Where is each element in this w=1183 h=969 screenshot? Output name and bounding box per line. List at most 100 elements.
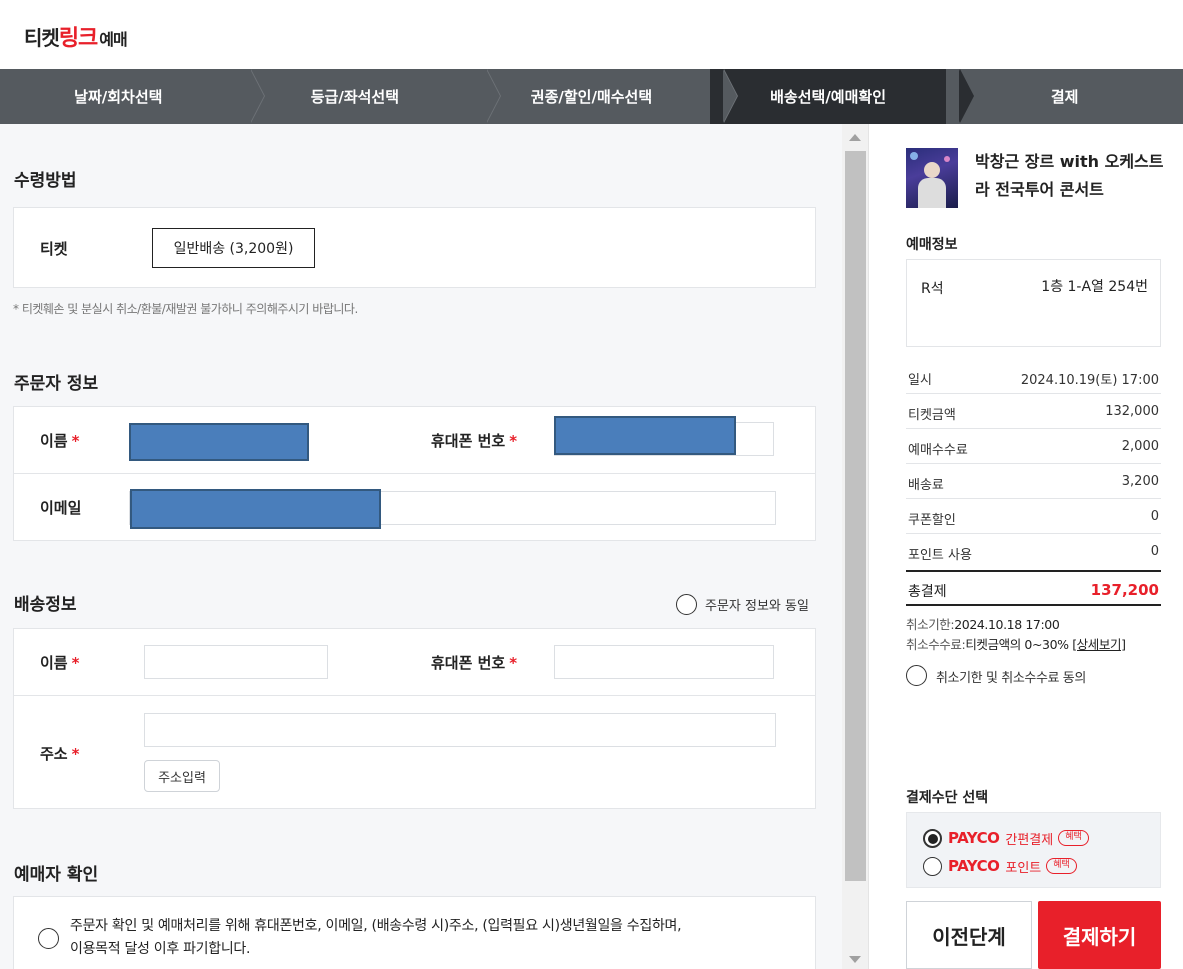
booker-confirm-radio[interactable]	[38, 928, 59, 949]
concert-title: 박창근 장르 with 오케스트라 전국투어 콘서트	[975, 152, 1164, 199]
row-key: 배송료	[908, 478, 944, 493]
prev-step-button[interactable]: 이전단계	[906, 901, 1032, 969]
seat-number: 1층 1-A열 254번	[1041, 279, 1148, 295]
orderer-phone-label: 휴대폰 번호 *	[431, 430, 517, 451]
header: 티켓링크 예매	[0, 0, 1183, 69]
delivery-name-input[interactable]	[144, 645, 328, 679]
benefit-badge[interactable]: 혜택	[1058, 830, 1089, 846]
booking-info-title: 예매정보	[906, 237, 958, 253]
delivery-option-label: 일반배송 (3,200원)	[173, 241, 294, 257]
cancel-fee-value: 티켓금액의 0~30%	[965, 637, 1069, 652]
payment-method-box: PAYCO 간편결제 혜택 PAYCO 포인트 혜택	[906, 812, 1161, 888]
booker-confirm-text: 주문자 확인 및 예매처리를 위해 휴대폰번호, 이메일, (배송수령 시)주소…	[70, 915, 682, 961]
summary-row-ticket-price: 티켓금액 132,000	[906, 394, 1161, 429]
benefit-badge[interactable]: 혜택	[1046, 858, 1077, 874]
delivery-address-input[interactable]	[144, 713, 776, 747]
ticketlink-logo[interactable]: 티켓링크 예매	[24, 20, 128, 52]
row-key: 일시	[908, 373, 932, 388]
same-as-orderer-label[interactable]: 주문자 정보와 동일	[705, 595, 809, 614]
receive-note: * 티켓훼손 및 분실시 취소/환불/재발권 불가하니 주의해주시기 바랍니다.	[13, 302, 358, 316]
form-scrollbar[interactable]	[842, 124, 869, 969]
delivery-row-address: 주소 * 주소입력	[14, 696, 815, 810]
logo-text-booking: 예매	[99, 30, 127, 49]
delivery-row-name-phone: 이름 * 휴대폰 번호 *	[14, 629, 815, 696]
pay-button[interactable]: 결제하기	[1038, 901, 1161, 969]
booker-confirm-line1: 주문자 확인 및 예매처리를 위해 휴대폰번호, 이메일, (배송수령 시)주소…	[70, 918, 682, 934]
orderer-info-box: 이름 * 휴대폰 번호 * 이메일	[13, 406, 816, 541]
address-search-button[interactable]: 주소입력	[144, 760, 220, 792]
step-date: 날짜/회차선택	[0, 69, 265, 124]
required-mark: *	[71, 432, 80, 450]
delivery-address-label: 주소 *	[40, 743, 79, 764]
summary-row-points: 포인트 사용 0	[906, 534, 1161, 569]
row-value: 2,000	[1121, 439, 1159, 454]
poster-light	[944, 156, 950, 162]
cancel-fee: 취소수수료:티켓금액의 0~30% [상세보기]	[906, 634, 1126, 653]
poster-light	[910, 152, 918, 160]
row-key: 예매수수료	[908, 443, 968, 458]
redacted-email	[130, 489, 381, 529]
summary-row-shipping-fee: 배송료 3,200	[906, 464, 1161, 499]
orderer-info-title: 주문자 정보	[14, 374, 99, 394]
receive-method-title: 수령방법	[14, 171, 77, 191]
poster-figure-head	[924, 162, 940, 178]
required-mark: *	[71, 745, 80, 763]
row-key: 포인트 사용	[908, 548, 972, 563]
orderer-name-label: 이름 *	[40, 430, 79, 451]
orderer-row-email: 이메일	[14, 474, 815, 542]
payment-method-title: 결제수단 선택	[906, 790, 989, 806]
booking-form: 수령방법 티켓 일반배송 (3,200원) * 티켓훼손 및 분실시 취소/환불…	[0, 124, 842, 969]
label-text: 이름	[40, 654, 68, 672]
cancel-agree-radio[interactable]	[906, 665, 927, 686]
pay-option-payco-point[interactable]: PAYCO 포인트 혜택	[923, 854, 1077, 878]
booker-confirm-title: 예매자 확인	[14, 865, 99, 885]
step-discount: 권종/할인/매수선택	[473, 69, 738, 124]
scroll-up-arrow-icon[interactable]	[849, 134, 861, 141]
summary-row-booking-fee: 예매수수료 2,000	[906, 429, 1161, 464]
pay-option-label: 간편결제	[1005, 832, 1054, 848]
ticket-label: 티켓	[40, 240, 68, 258]
cancel-deadline-label: 취소기한:	[906, 617, 955, 632]
delivery-phone-input[interactable]	[554, 645, 774, 679]
step-label: 권종/할인/매수선택	[530, 88, 653, 106]
row-value: 2024.10.19(토) 17:00	[1020, 373, 1159, 388]
booking-summary: 박창근 장르 with 오케스트라 전국투어 콘서트 예매정보 R석 1층 1-…	[870, 124, 1183, 969]
pay-option-label: 포인트	[1005, 860, 1042, 876]
step-payment: 결제	[946, 69, 1183, 124]
required-mark: *	[509, 432, 518, 450]
pay-radio[interactable]	[923, 856, 942, 876]
orderer-email-label: 이메일	[40, 499, 82, 517]
redacted-name	[129, 423, 309, 461]
cancel-deadline-value: 2024.10.18 17:00	[954, 617, 1060, 632]
logo-text-link: 링크	[58, 26, 98, 51]
same-as-orderer-radio[interactable]	[676, 594, 697, 615]
row-value: 0	[1150, 509, 1159, 524]
seat-grade: R석	[921, 281, 944, 297]
delivery-info-title: 배송정보	[14, 595, 77, 615]
label-text: 휴대폰 번호	[431, 654, 506, 672]
total-label: 총결제	[908, 584, 947, 600]
step-delivery-confirm: 배송선택/예매확인	[709, 69, 975, 124]
delivery-option-general[interactable]: 일반배송 (3,200원)	[152, 228, 315, 268]
cancel-fee-label: 취소수수료:	[906, 637, 966, 652]
pay-radio-selected[interactable]	[923, 828, 942, 848]
step-label: 날짜/회차선택	[74, 88, 163, 106]
row-value: 3,200	[1121, 474, 1159, 489]
seat-info-box: R석 1층 1-A열 254번	[906, 259, 1161, 347]
cancel-deadline: 취소기한:2024.10.18 17:00	[906, 614, 1060, 633]
total-value: 137,200	[1090, 581, 1159, 599]
step-label: 결제	[1050, 88, 1079, 106]
step-seat: 등급/좌석선택	[237, 69, 502, 124]
cancel-agree-label[interactable]: 취소기한 및 취소수수료 동의	[936, 667, 1086, 686]
receive-method-box: 티켓 일반배송 (3,200원)	[13, 207, 816, 288]
delivery-name-label: 이름 *	[40, 652, 79, 673]
scroll-down-arrow-icon[interactable]	[849, 956, 861, 963]
pay-option-payco-easy[interactable]: PAYCO 간편결제 혜택	[923, 826, 1089, 850]
logo-text-ticket: 티켓	[24, 26, 60, 50]
required-mark: *	[71, 654, 80, 672]
orderer-row-name-phone: 이름 * 휴대폰 번호 *	[14, 407, 815, 474]
redacted-phone	[554, 416, 736, 455]
cancel-detail-link[interactable]: [상세보기]	[1072, 637, 1126, 652]
row-value: 132,000	[1105, 404, 1159, 419]
scroll-thumb[interactable]	[845, 151, 866, 881]
